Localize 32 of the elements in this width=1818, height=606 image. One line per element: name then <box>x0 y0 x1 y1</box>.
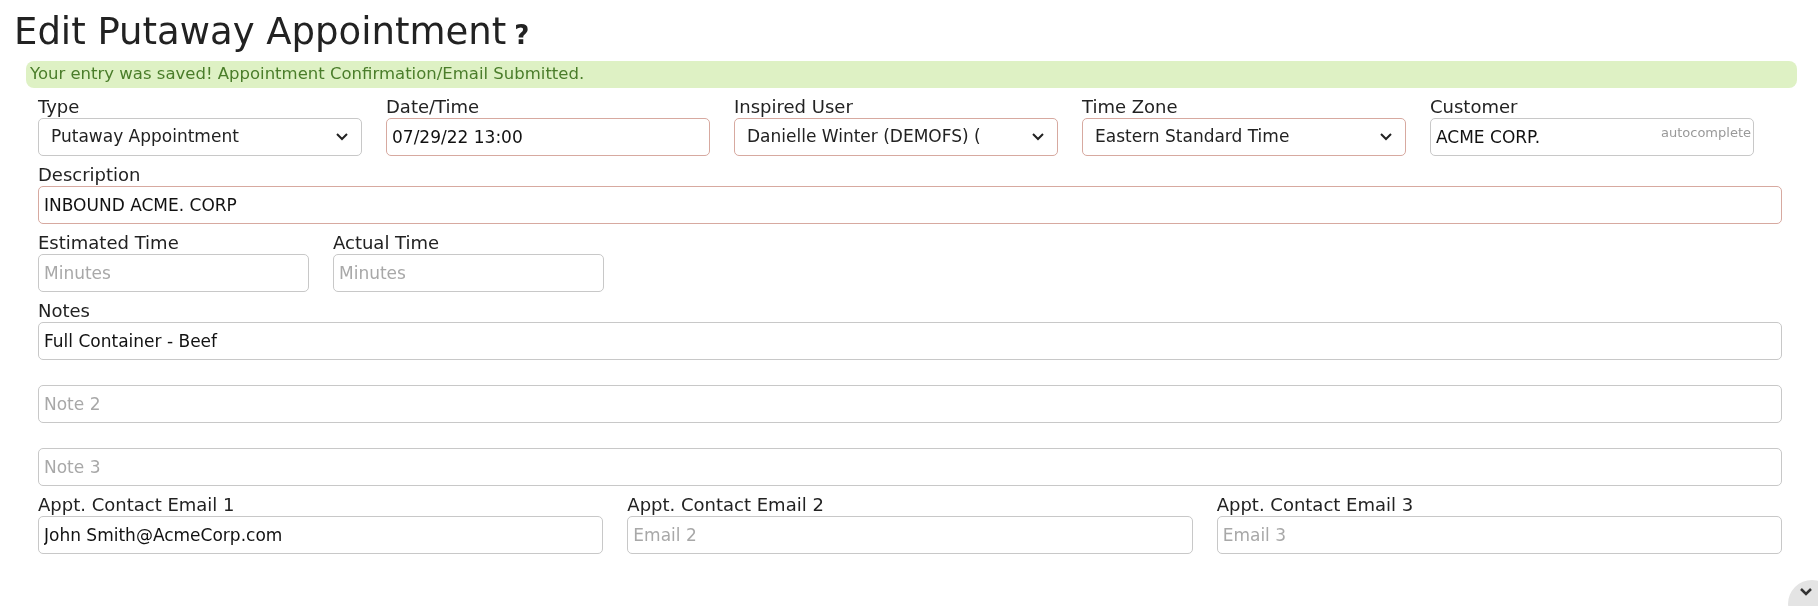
success-message: Your entry was saved! Appointment Confirmation/Email Submitted. <box>26 61 1797 88</box>
field-label: Type <box>38 95 81 118</box>
caret-icon <box>1031 131 1045 142</box>
field-label: Appt. Contact Email 1 <box>38 493 236 516</box>
caret-icon <box>335 131 349 142</box>
caret-icon <box>1379 131 1393 142</box>
chevron-down-icon <box>1799 587 1813 597</box>
field-label: Customer <box>1430 95 1519 118</box>
input-field[interactable]: Minutes <box>333 253 604 292</box>
field-label: Inspired User <box>734 95 854 118</box>
field-hint: autocomplete <box>1661 123 1751 142</box>
page-title: Edit Putaway Appointment <box>14 10 507 55</box>
field-label: Appt. Contact Email 3 <box>1216 493 1415 516</box>
field-label: Time Zone <box>1082 95 1179 118</box>
dropdown[interactable]: Eastern Standard Time <box>1082 117 1406 156</box>
input-field[interactable]: Email 2 <box>627 515 1193 554</box>
field-label: Description <box>38 163 142 186</box>
input-field[interactable]: INBOUND ACME. CORP <box>38 185 1782 224</box>
dropdown[interactable]: Danielle Winter (DEMOFS) ( <box>734 117 1058 156</box>
field-label: Actual Time <box>333 231 441 254</box>
field-label: Date/Time <box>386 95 481 118</box>
field-label: Estimated Time <box>38 231 180 254</box>
input-field[interactable]: Minutes <box>38 253 309 292</box>
input-field[interactable]: Note 2 <box>38 384 1782 423</box>
help-link[interactable]: ? <box>514 16 530 55</box>
input-field[interactable]: 07/29/22 13:00 <box>386 117 710 156</box>
input-field[interactable]: Full Container - Beef <box>38 321 1782 360</box>
input-field[interactable]: Email 3 <box>1216 515 1782 554</box>
dropdown[interactable]: Putaway Appointment <box>38 117 362 156</box>
input-field[interactable]: Note 3 <box>38 447 1782 486</box>
field-label: Notes <box>38 299 91 322</box>
field-label: Appt. Contact Email 2 <box>627 493 825 516</box>
